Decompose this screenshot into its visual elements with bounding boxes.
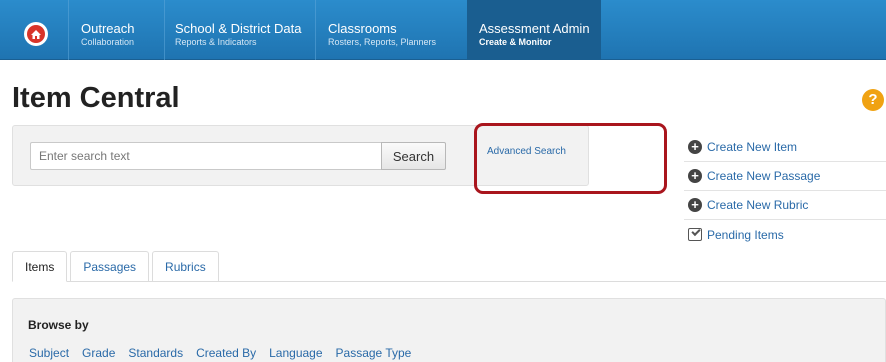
nav-divider [68,0,69,60]
browse-link-passage-type[interactable]: Passage Type [336,346,412,360]
action-label: Create New Rubric [707,198,809,212]
nav-item-classrooms[interactable]: Classrooms Rosters, Reports, Planners [328,0,458,60]
nav-item-subtitle: Rosters, Reports, Planners [328,37,437,47]
nav-item-subtitle: Collaboration [81,37,135,47]
checkbox-icon [688,228,702,241]
browse-link-subject[interactable]: Subject [29,346,69,360]
nav-item-school-district-data[interactable]: School & District Data Reports & Indicat… [175,0,310,60]
help-icon[interactable]: ? [862,89,884,111]
browse-title: Browse by [28,318,89,332]
create-item-link[interactable]: + Create New Item [684,133,886,162]
nav-item-title: Classrooms [328,21,397,36]
action-label: Create New Item [707,140,798,154]
create-passage-link[interactable]: + Create New Passage [684,162,886,191]
action-label: Pending Items [707,227,784,242]
plus-circle-icon: + [688,169,702,183]
browse-link-standards[interactable]: Standards [128,346,183,360]
tab-bar: Items Passages Rubrics [12,251,222,282]
plus-circle-icon: + [688,140,702,154]
plus-circle-icon: + [688,198,702,212]
browse-panel: Browse by Subject Grade Standards Create… [12,298,886,362]
nav-divider [315,0,316,60]
nav-item-subtitle: Create & Monitor [479,37,552,47]
nav-item-title: Outreach [81,21,135,36]
browse-link-grade[interactable]: Grade [82,346,115,360]
browse-links: Subject Grade Standards Created By Langu… [29,346,424,360]
nav-item-title: School & District Data [175,21,302,36]
search-button[interactable]: Search [381,142,446,170]
highlight-annotation [474,123,667,194]
nav-item-outreach[interactable]: Outreach Collaboration [81,0,163,60]
tab-rubrics[interactable]: Rubrics [152,251,219,282]
home-icon [27,25,45,43]
nav-item-subtitle: Reports & Indicators [175,37,257,47]
tab-passages[interactable]: Passages [70,251,150,282]
tab-items[interactable]: Items [12,251,68,282]
page-title: Item Central [12,82,180,114]
search-input[interactable] [30,142,382,170]
action-list: + Create New Item + Create New Passage +… [684,133,886,249]
action-label: Create New Passage [707,169,821,183]
browse-link-language[interactable]: Language [269,346,322,360]
nav-divider [164,0,165,60]
browse-link-created-by[interactable]: Created By [196,346,256,360]
nav-item-title: Assessment Admin [479,21,590,36]
top-nav-bar: Outreach Collaboration School & District… [0,0,886,60]
home-button[interactable] [24,22,48,46]
pending-items-link[interactable]: Pending Items [684,220,886,249]
nav-item-assessment-admin[interactable]: Assessment Admin Create & Monitor [467,0,601,60]
create-rubric-link[interactable]: + Create New Rubric [684,191,886,220]
